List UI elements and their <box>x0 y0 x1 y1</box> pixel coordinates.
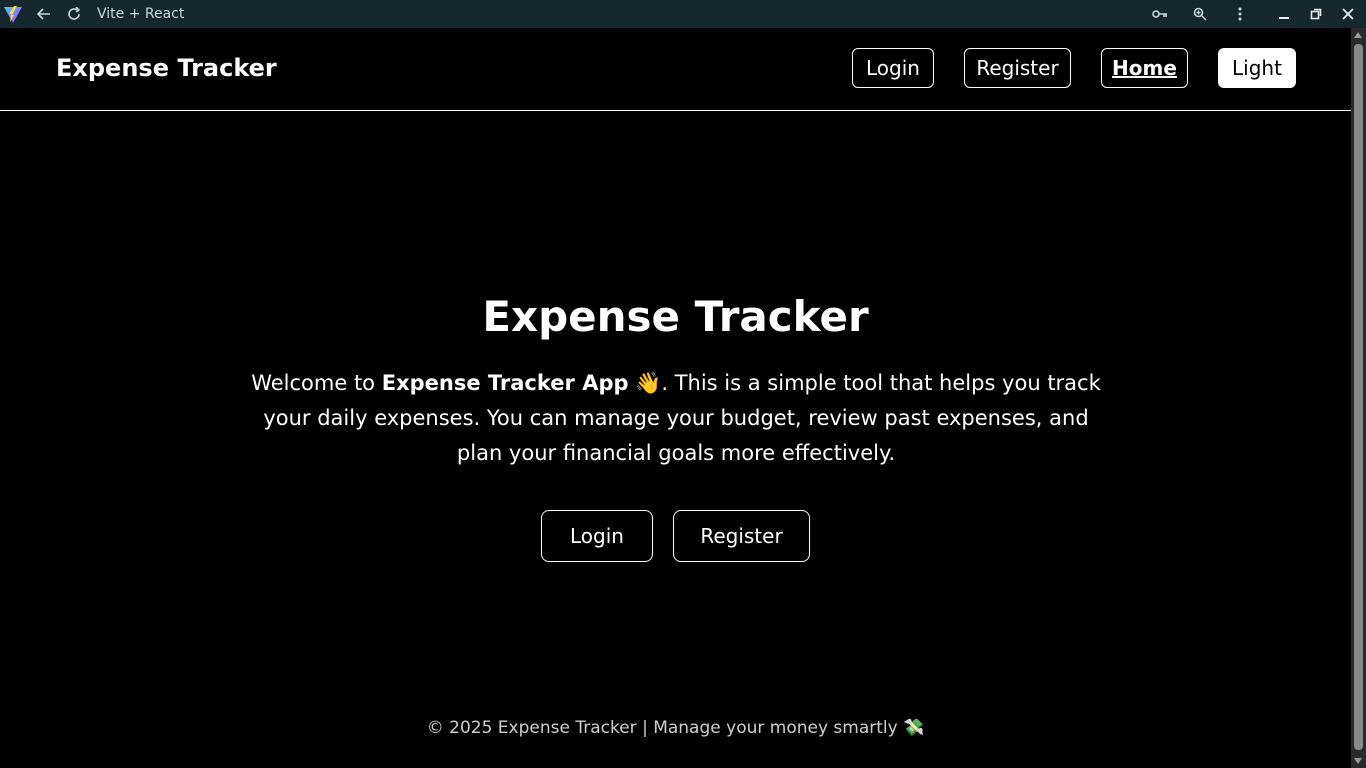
arrow-left-icon[interactable] <box>35 5 53 23</box>
brand-title[interactable]: Expense Tracker <box>56 54 277 82</box>
reload-icon[interactable] <box>65 5 83 23</box>
scroll-up-arrow-icon[interactable] <box>1354 32 1362 38</box>
window-controls <box>1151 0 1366 28</box>
hero-description: Welcome to Expense Tracker App 👋. This i… <box>246 366 1106 471</box>
nav-register-button[interactable]: Register <box>964 48 1071 88</box>
minimize-icon[interactable] <box>1275 5 1293 23</box>
tab-title: Vite + React <box>97 6 185 22</box>
app-header: Expense Tracker Login Register Home Ligh… <box>0 28 1351 111</box>
close-icon[interactable] <box>1339 5 1357 23</box>
page-scrollbar[interactable] <box>1351 28 1366 768</box>
theme-toggle-button[interactable]: Light <box>1218 48 1296 88</box>
hero-login-button[interactable]: Login <box>541 510 653 562</box>
scrollbar-thumb[interactable] <box>1354 44 1363 750</box>
hero-text-prefix: Welcome to <box>251 371 382 395</box>
hero-title: Expense Tracker <box>482 292 869 341</box>
scroll-down-arrow-icon[interactable] <box>1354 758 1362 764</box>
maximize-icon[interactable] <box>1307 5 1325 23</box>
browser-title-bar: Vite + React <box>0 0 1366 28</box>
nav-login-button[interactable]: Login <box>852 48 934 88</box>
kebab-menu-icon[interactable] <box>1231 5 1249 23</box>
vite-logo-icon <box>3 4 23 24</box>
waving-hand-emoji: 👋 <box>635 371 662 395</box>
key-icon[interactable] <box>1151 5 1169 23</box>
nav-home-button[interactable]: Home <box>1101 48 1188 88</box>
hero-text-app-name: Expense Tracker App <box>381 371 629 395</box>
footer-text: © 2025 Expense Tracker | Manage your mon… <box>426 718 925 738</box>
zoom-icon[interactable] <box>1191 5 1209 23</box>
hero-register-button[interactable]: Register <box>673 510 810 562</box>
